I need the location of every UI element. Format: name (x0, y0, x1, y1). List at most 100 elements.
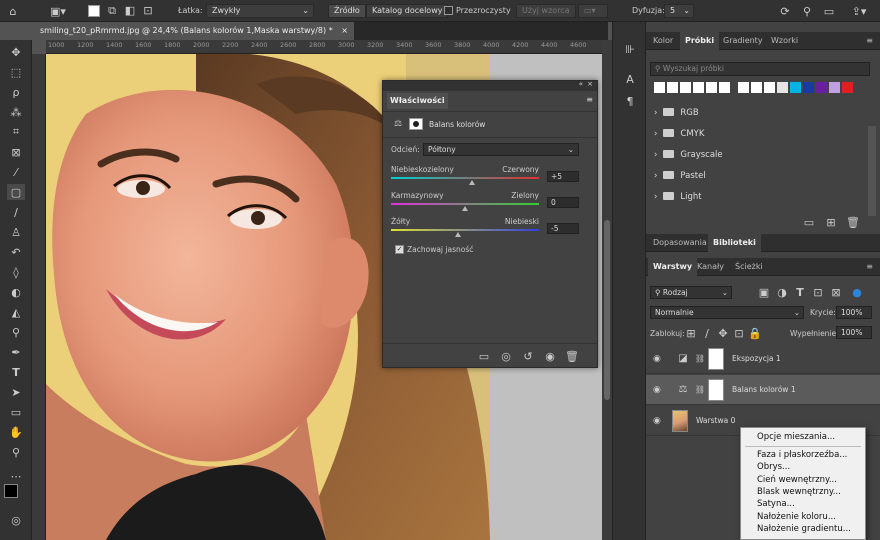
panel-menu-icon[interactable]: ≡ (861, 258, 878, 276)
odcien-dropdown[interactable]: Półtony ⌄ (423, 143, 579, 156)
slider-value-field[interactable]: 0 (547, 197, 579, 208)
history-panel-icon[interactable]: ⊪ (622, 42, 638, 56)
chevron-right-icon[interactable]: › (654, 150, 657, 160)
tab-gradienty[interactable]: Gradienty (718, 32, 768, 50)
dyfuzja-dropdown[interactable]: 5 ⌄ (664, 4, 694, 18)
filter-shape-icon[interactable]: ⊡ (812, 286, 824, 298)
swatch-folder[interactable]: › CMYK (654, 127, 704, 141)
lock-artboard-icon[interactable]: ⊡ (734, 328, 744, 339)
color-swatch[interactable] (842, 82, 853, 93)
color-swatch[interactable] (816, 82, 827, 93)
search-icon[interactable]: ⚲ (800, 4, 814, 18)
color-swatch[interactable] (693, 82, 704, 93)
close-icon[interactable]: × (587, 80, 593, 88)
home-icon[interactable]: ⌂ (6, 4, 20, 18)
filter-adjustment-icon[interactable]: ◑ (776, 286, 788, 298)
chevron-right-icon[interactable]: › (654, 129, 657, 139)
swatch-folder[interactable]: › Pastel (654, 169, 706, 183)
layer-thumbnail[interactable] (672, 410, 688, 432)
tab-sciezki[interactable]: Ścieżki (730, 258, 768, 276)
path-selection-icon[interactable]: ➤ (7, 384, 25, 400)
clip-to-layer-icon[interactable]: ▭ (477, 350, 491, 362)
przezroczysty-checkbox[interactable] (444, 6, 453, 15)
visibility-icon[interactable]: ◉ (543, 350, 557, 362)
tab-warstwy[interactable]: Warstwy (648, 258, 698, 276)
blend-mode-dropdown[interactable]: Normalnie ⌄ (650, 306, 804, 319)
lock-position-icon[interactable]: ✥ (718, 328, 728, 339)
blur-tool-icon[interactable]: ◭ (7, 304, 25, 320)
dodge-tool-icon[interactable]: ⚲ (7, 324, 25, 340)
swatch-scrollbar[interactable] (868, 126, 876, 216)
color-swatch[interactable] (777, 82, 788, 93)
filter-pixel-icon[interactable]: ▣ (758, 286, 770, 298)
reset-icon[interactable]: ↺ (521, 350, 535, 362)
color-swatch[interactable] (829, 82, 840, 93)
layer-row[interactable]: ◉ ◪ ⛓ Ekspozycja 1 (646, 344, 880, 374)
color-swatch[interactable] (654, 82, 665, 93)
swatch-folder[interactable]: › RGB (654, 106, 699, 120)
color-swatch[interactable] (738, 82, 749, 93)
layer-mask-icon[interactable] (409, 118, 423, 130)
menu-item[interactable]: Blask wewnętrzny... (757, 487, 841, 498)
more-tools-icon[interactable]: ⋯ (7, 468, 25, 484)
lasso-tool-icon[interactable]: ρ (7, 84, 25, 100)
magic-wand-icon[interactable]: ⁂ (7, 104, 25, 120)
trash-icon[interactable]: 🗑 (846, 216, 860, 228)
tab-dopasowania[interactable]: Dopasowania (648, 234, 712, 252)
layer-mask-thumbnail[interactable] (708, 379, 724, 401)
layer-filter-dropdown[interactable]: ⚲ Rodzaj ⌄ (650, 286, 732, 299)
history-brush-icon[interactable]: ↶ (7, 244, 25, 260)
uzyj-wzorca-button[interactable]: Użyj wzorca (516, 4, 576, 18)
swatch-folder[interactable]: › Light (654, 190, 702, 204)
selection-subtract-icon[interactable]: ◧ (124, 4, 136, 17)
color-swatch[interactable] (667, 82, 678, 93)
chevron-right-icon[interactable]: › (654, 192, 657, 202)
scroll-thumb[interactable] (604, 220, 610, 400)
menu-item[interactable]: Nałożenie koloru... (757, 512, 836, 523)
link-icon[interactable]: ⛓ (695, 353, 705, 365)
slider-value-field[interactable]: +5 (547, 171, 579, 182)
filter-type-icon[interactable]: T (794, 286, 806, 298)
color-swatch[interactable] (751, 82, 762, 93)
slider-track[interactable] (391, 177, 539, 179)
chevron-right-icon[interactable]: › (654, 108, 657, 118)
new-swatch-icon[interactable]: ⊞ (824, 216, 838, 228)
character-panel-icon[interactable]: A (622, 72, 638, 86)
type-tool-icon[interactable]: T (7, 364, 25, 380)
link-icon[interactable]: ⛓ (695, 384, 705, 396)
lock-pixels-icon[interactable]: ∕ (702, 328, 712, 339)
patch-tool-preset-icon[interactable]: ▣▾ (48, 4, 68, 18)
eye-icon[interactable]: ◉ (653, 354, 661, 364)
quick-mask-icon[interactable]: ◎ (7, 512, 25, 528)
layer-mask-thumbnail[interactable] (708, 348, 724, 370)
slider-track[interactable] (391, 229, 539, 231)
foreground-color-swatch[interactable] (4, 484, 18, 498)
lock-all-icon[interactable]: 🔒 (748, 328, 762, 339)
chevron-right-icon[interactable]: › (654, 171, 657, 181)
opacity-field[interactable]: 100% (836, 306, 872, 319)
layer-row[interactable]: ◉ ⚖ ⛓ Balans kolorów 1 (646, 375, 880, 405)
patch-tool-icon[interactable]: ▢ (7, 184, 25, 200)
filter-toggle-icon[interactable]: ● (852, 286, 862, 298)
pattern-dropdown[interactable]: ▭▾ (578, 4, 608, 18)
zrodlo-button[interactable]: Źródło (328, 4, 366, 18)
tab-properties[interactable]: Właściwości (387, 93, 448, 109)
paint-bucket-icon[interactable]: ◐ (7, 284, 25, 300)
menu-item[interactable]: Obrys... (757, 462, 790, 473)
rectangle-tool-icon[interactable]: ▭ (7, 404, 25, 420)
tab-biblioteki[interactable]: Biblioteki (708, 234, 761, 252)
tab-wzorki[interactable]: Wzorki (766, 32, 803, 50)
slider-thumb[interactable] (462, 206, 468, 211)
paragraph-panel-icon[interactable]: ¶ (622, 94, 638, 108)
swatch-folder[interactable]: › Grayscale (654, 148, 723, 162)
tab-kolor[interactable]: Kolor (648, 32, 678, 50)
frame-tool-icon[interactable]: ⊠ (7, 144, 25, 160)
document-tab[interactable]: smiling_t20_pRmrmd.jpg @ 24,4% (Balans k… (32, 22, 354, 40)
slider-value-field[interactable]: -5 (547, 223, 579, 234)
hand-tool-icon[interactable]: ✋ (7, 424, 25, 440)
slider-thumb[interactable] (468, 180, 475, 185)
trash-icon[interactable]: 🗑 (565, 350, 579, 362)
marquee-tool-icon[interactable]: ⬚ (7, 64, 25, 80)
eye-icon[interactable]: ◉ (653, 416, 661, 426)
slider-track[interactable] (391, 203, 539, 205)
